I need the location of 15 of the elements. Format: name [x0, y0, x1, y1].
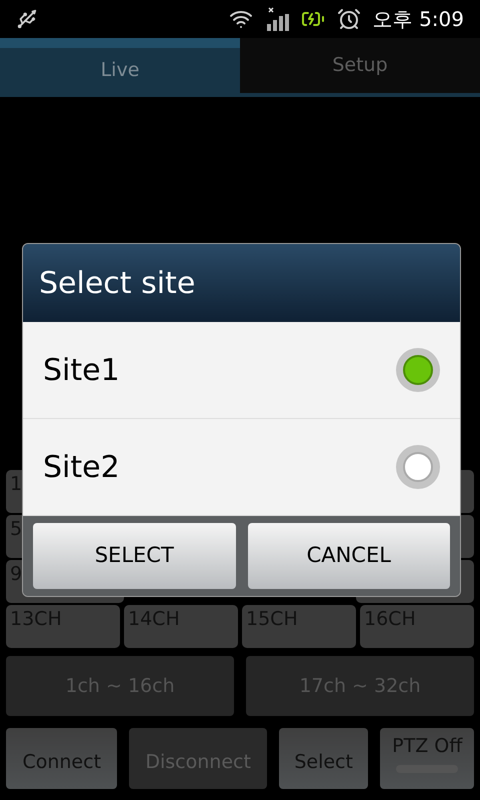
usb-icon: [16, 8, 38, 30]
tab[interactable]: Live: [0, 38, 240, 97]
alarm-clock-icon: [336, 7, 361, 31]
tab[interactable]: Setup: [240, 38, 480, 97]
action-button[interactable]: Select: [278, 728, 368, 789]
dialog-button[interactable]: SELECT: [33, 523, 236, 589]
dialog-button[interactable]: CANCEL: [248, 523, 450, 589]
site-option[interactable]: Site2: [23, 419, 460, 516]
action-button[interactable]: Connect: [6, 728, 118, 789]
signal-icon: [264, 6, 289, 32]
radio-button[interactable]: [396, 445, 440, 489]
dialog-title: Select site: [23, 244, 460, 322]
status-time: 오후 5:09: [372, 6, 464, 33]
site-option[interactable]: Site1: [23, 322, 460, 419]
radio-button[interactable]: [396, 348, 440, 392]
